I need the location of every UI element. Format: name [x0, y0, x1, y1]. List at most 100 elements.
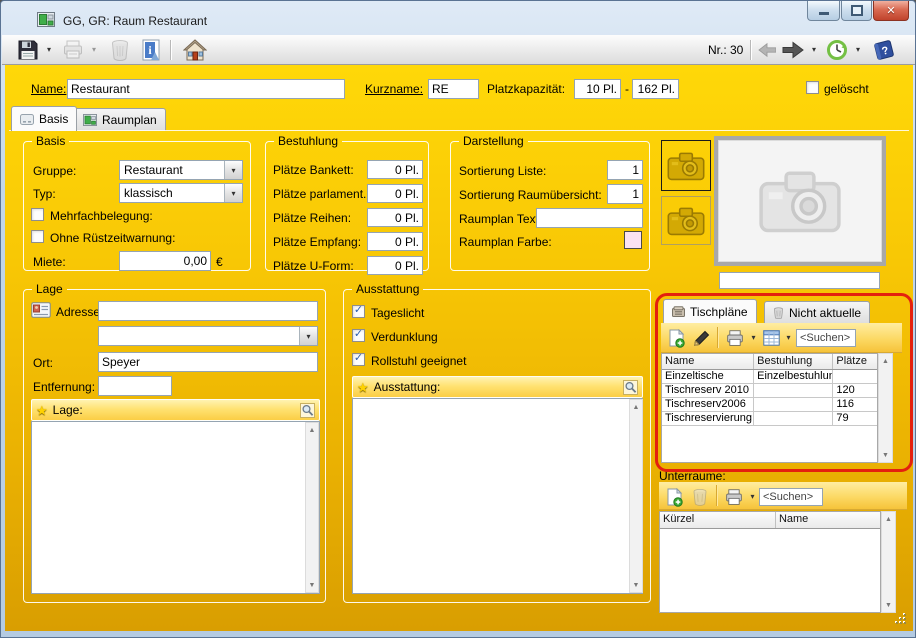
plaetze-reihen-input[interactable]: [367, 208, 423, 227]
sortierung-liste-input[interactable]: [607, 160, 643, 180]
scroll-up-icon[interactable]: ▲: [882, 512, 895, 526]
tab-nicht-aktuelle[interactable]: Nicht aktuelle: [764, 301, 870, 323]
tischplan-print-dropdown[interactable]: ▾: [748, 326, 759, 350]
column-header[interactable]: Name: [776, 512, 880, 528]
plaetze-parlament-input[interactable]: [367, 184, 423, 203]
history-dropdown-button[interactable]: ▾: [852, 38, 864, 62]
tischplan-search-input[interactable]: [796, 329, 856, 347]
minimize-button[interactable]: [807, 1, 840, 21]
unterraum-search-input[interactable]: [759, 488, 823, 506]
scroll-up-icon[interactable]: ▲: [630, 400, 642, 414]
raumplan-text-input[interactable]: [536, 208, 643, 228]
gruppe-select[interactable]: Restaurant ▾: [119, 160, 243, 180]
plaetze-uform-input[interactable]: [367, 256, 423, 275]
photo-thumb-1[interactable]: [661, 140, 711, 191]
app-window: GG, GR: Raum Restaurant ✕ ▾ ▾: [0, 0, 916, 638]
scroll-up-icon[interactable]: ▲: [879, 354, 892, 368]
ruestzeit-checkbox[interactable]: [31, 230, 44, 243]
scroll-up-icon[interactable]: ▲: [306, 423, 318, 437]
toolbar-separator: [170, 40, 172, 60]
unterraume-scrollbar[interactable]: ▲ ▼: [881, 511, 896, 613]
tischplan-add-button[interactable]: [665, 326, 687, 350]
unterraum-delete-button[interactable]: [689, 485, 711, 509]
tab-tischplaene[interactable]: Tischpläne: [663, 299, 757, 323]
adresse-input[interactable]: [98, 301, 318, 321]
save-dropdown-button[interactable]: ▾: [43, 38, 55, 62]
kurzname-input[interactable]: [428, 79, 479, 99]
maximize-button[interactable]: [841, 1, 872, 21]
name-input[interactable]: [67, 79, 345, 99]
chevron-down-icon[interactable]: ▾: [224, 161, 242, 179]
rollstuhl-checkbox[interactable]: ✓: [352, 353, 365, 366]
cell-name: Einzeltische: [662, 370, 754, 383]
lage-listbox[interactable]: [31, 421, 320, 594]
home-button[interactable]: [180, 38, 210, 62]
ausstattung-search-button[interactable]: [623, 380, 638, 395]
help-button[interactable]: ?: [870, 38, 898, 62]
table-row[interactable]: Tischreservierung 79: [662, 412, 877, 426]
scroll-down-icon[interactable]: ▼: [306, 578, 318, 592]
table-row[interactable]: Tischreserv 2010 120: [662, 384, 877, 398]
titlebar[interactable]: GG, GR: Raum Restaurant: [1, 1, 915, 35]
bestuhlung-group-title: Bestuhlung: [274, 134, 342, 148]
address-book-button[interactable]: [31, 302, 51, 323]
tischplan-grid-button[interactable]: [760, 326, 782, 350]
photo-thumb-2[interactable]: [661, 196, 711, 245]
capacity-max-input[interactable]: [632, 79, 679, 99]
plaetze-empfang-input[interactable]: [367, 232, 423, 251]
lage-list-header: ★ Lage:: [31, 399, 320, 421]
history-button[interactable]: [824, 38, 850, 62]
forward-dropdown-button[interactable]: ▾: [808, 38, 820, 62]
save-button[interactable]: [14, 38, 42, 62]
tageslicht-checkbox[interactable]: ✓: [352, 305, 365, 318]
photo-preview[interactable]: [714, 136, 886, 266]
print-dropdown-button[interactable]: ▾: [88, 38, 100, 62]
capacity-min-input[interactable]: [574, 79, 621, 99]
ausstattung-listbox[interactable]: [352, 398, 643, 594]
column-header[interactable]: Kürzel: [660, 512, 776, 528]
print-button[interactable]: [59, 38, 87, 62]
chevron-down-icon[interactable]: ▾: [224, 184, 242, 202]
tischplan-print-button[interactable]: [723, 326, 747, 350]
table-row[interactable]: Tischreserv2006 116: [662, 398, 877, 412]
mehrfachbelegung-checkbox[interactable]: [31, 208, 44, 221]
toolbar-separator: [717, 327, 719, 348]
tab-basis[interactable]: Basis: [11, 106, 77, 131]
entfernung-input[interactable]: [98, 376, 172, 396]
back-button[interactable]: [756, 38, 778, 62]
chevron-down-icon[interactable]: ▾: [299, 327, 317, 345]
close-button[interactable]: ✕: [873, 1, 909, 21]
scroll-down-icon[interactable]: ▼: [630, 578, 642, 592]
scroll-down-icon[interactable]: ▼: [882, 598, 895, 612]
miete-input[interactable]: [119, 251, 211, 271]
column-header[interactable]: Plätze: [833, 354, 877, 369]
verdunklung-checkbox[interactable]: ✓: [352, 329, 365, 342]
geloescht-checkbox[interactable]: [806, 81, 819, 94]
unterraum-add-button[interactable]: [663, 485, 685, 509]
tab-raumplan[interactable]: Raumplan: [74, 108, 166, 131]
scroll-down-icon[interactable]: ▼: [879, 448, 892, 462]
ausstattung-scrollbar[interactable]: ▲ ▼: [629, 399, 643, 593]
lage-scrollbar[interactable]: ▲ ▼: [305, 422, 319, 593]
photo-caption-input[interactable]: [719, 272, 880, 289]
plaetze-bankett-input[interactable]: [367, 160, 423, 179]
unterraum-print-button[interactable]: [722, 485, 746, 509]
adresse-select[interactable]: ▾: [98, 326, 318, 346]
info-button[interactable]: i: [138, 38, 164, 62]
tischplan-edit-button[interactable]: [690, 326, 712, 350]
typ-select[interactable]: klassisch ▾: [119, 183, 243, 203]
forward-button[interactable]: [780, 38, 806, 62]
column-header[interactable]: Name: [662, 354, 754, 369]
resize-grip[interactable]: [896, 614, 908, 626]
tischplan-grid-dropdown[interactable]: ▾: [783, 326, 794, 350]
unterraum-print-dropdown[interactable]: ▾: [747, 485, 758, 509]
tischplaene-scrollbar[interactable]: ▲ ▼: [878, 353, 893, 463]
tageslicht-label: Tageslicht: [371, 306, 424, 320]
ort-input[interactable]: [98, 352, 318, 372]
sortierung-raum-input[interactable]: [607, 184, 643, 204]
delete-button[interactable]: [106, 38, 134, 62]
raumplan-farbe-swatch[interactable]: [624, 231, 642, 249]
table-row[interactable]: Einzeltische Einzelbestuhlun: [662, 370, 877, 384]
lage-search-button[interactable]: [300, 403, 315, 418]
column-header[interactable]: Bestuhlung: [754, 354, 833, 369]
